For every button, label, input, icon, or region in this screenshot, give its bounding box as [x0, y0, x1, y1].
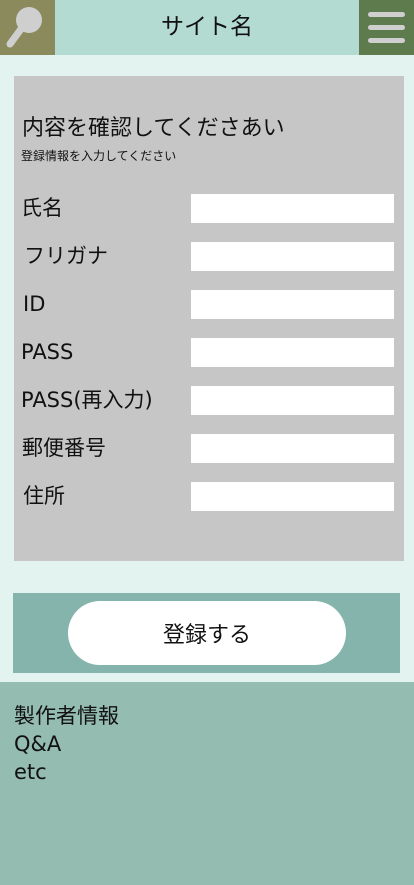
registration-form: 内容を確認してくださあい 登録情報を入力してください 氏名 フリガナ ID PA…	[14, 76, 404, 561]
postal-code-input[interactable]	[191, 434, 394, 463]
password-input[interactable]	[191, 338, 394, 367]
field-row-id: ID	[14, 289, 404, 319]
field-row-pass-confirm: PASS(再入力)	[14, 385, 404, 415]
register-button[interactable]: 登録する	[68, 601, 346, 665]
address-input[interactable]	[191, 482, 394, 511]
password-confirm-input[interactable]	[191, 386, 394, 415]
form-subheading: 登録情報を入力してください	[21, 149, 177, 163]
field-row-postal-code: 郵便番号	[14, 433, 404, 463]
field-label: 郵便番号	[22, 436, 106, 460]
search-icon	[6, 7, 42, 48]
field-row-name: 氏名	[14, 193, 404, 223]
footer-link-author-info[interactable]: 製作者情報	[14, 702, 119, 730]
site-title: サイト名	[161, 14, 253, 40]
footer: 製作者情報 Q&A etc	[0, 682, 414, 885]
menu-button[interactable]	[359, 0, 414, 55]
field-label: PASS	[21, 340, 74, 364]
field-label: ID	[23, 292, 46, 316]
field-label: 氏名	[21, 196, 63, 220]
name-input[interactable]	[191, 194, 394, 223]
field-label: PASS(再入力)	[21, 388, 153, 412]
field-row-address: 住所	[14, 481, 404, 511]
footer-link-faq[interactable]: Q&A	[14, 730, 119, 758]
field-label: フリガナ	[24, 244, 108, 268]
furigana-input[interactable]	[191, 242, 394, 271]
footer-links: 製作者情報 Q&A etc	[14, 702, 119, 786]
header-bar: サイト名	[0, 0, 414, 55]
hamburger-menu-icon	[368, 12, 405, 43]
field-row-furigana: フリガナ	[14, 241, 404, 271]
submit-section: 登録する	[13, 593, 400, 673]
footer-link-etc[interactable]: etc	[14, 758, 119, 786]
id-input[interactable]	[191, 290, 394, 319]
field-label: 住所	[23, 484, 65, 508]
search-button[interactable]	[0, 0, 55, 55]
field-row-pass: PASS	[14, 337, 404, 367]
form-heading: 内容を確認してくださあい	[22, 116, 285, 141]
